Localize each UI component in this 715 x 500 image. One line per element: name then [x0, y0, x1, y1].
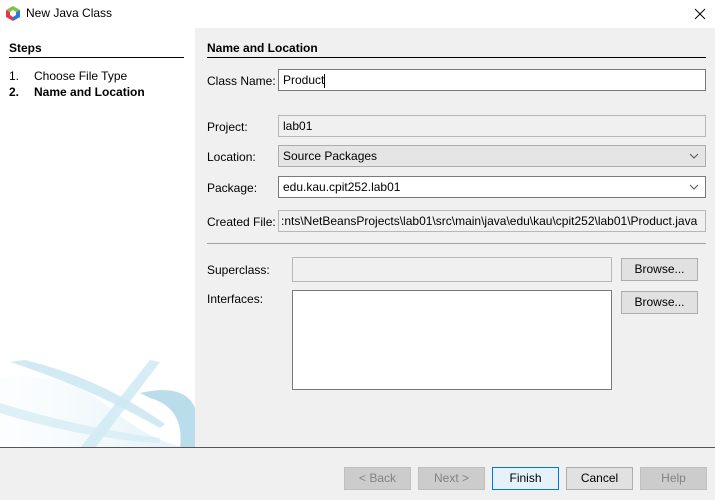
step-number: 1. — [9, 69, 20, 83]
superclass-browse-button[interactable]: Browse... — [621, 258, 698, 281]
chevron-down-icon[interactable] — [689, 182, 699, 192]
section-heading: Name and Location — [207, 41, 706, 58]
step-choose-file-type: 1. Choose File Type — [9, 69, 127, 83]
interfaces-label: Interfaces: — [207, 292, 264, 306]
step-label: Name and Location — [34, 85, 145, 99]
interfaces-browse-button[interactable]: Browse... — [621, 291, 698, 314]
project-field: lab01 — [278, 115, 706, 137]
location-label: Location: — [207, 150, 256, 164]
step-name-and-location: 2. Name and Location — [9, 85, 145, 99]
created-file-label: Created File: — [207, 215, 276, 229]
project-value: lab01 — [283, 119, 313, 133]
step-label: Choose File Type — [34, 69, 128, 83]
class-name-label: Class Name: — [207, 74, 276, 88]
back-button[interactable]: < Back — [344, 467, 411, 490]
interfaces-list[interactable] — [292, 290, 612, 390]
text-cursor — [324, 73, 326, 88]
help-button[interactable]: Help — [640, 467, 707, 490]
package-combobox[interactable]: edu.kau.cpit252.lab01 — [278, 176, 706, 198]
project-label: Project: — [207, 120, 248, 134]
chevron-down-icon — [689, 153, 699, 159]
decorative-swoosh-image — [0, 360, 195, 448]
window-title: New Java Class — [26, 6, 113, 20]
finish-button[interactable]: Finish — [492, 467, 559, 490]
class-name-value: Product — [283, 73, 325, 87]
location-dropdown[interactable]: Source Packages — [278, 145, 706, 167]
name-and-location-panel: Name and Location Class Name: Product Pr… — [195, 28, 715, 448]
created-file-field: :nts\NetBeansProjects\lab01\src\main\jav… — [278, 210, 706, 232]
netbeans-cube-icon — [6, 6, 20, 21]
steps-heading: Steps — [9, 41, 184, 58]
location-value: Source Packages — [283, 149, 378, 163]
cancel-button[interactable]: Cancel — [566, 467, 633, 490]
superclass-label: Superclass: — [207, 263, 270, 277]
class-name-input[interactable]: Product — [278, 69, 706, 91]
title-bar: New Java Class — [0, 0, 715, 28]
package-value: edu.kau.cpit252.lab01 — [283, 180, 401, 194]
steps-panel: Steps 1. Choose File Type 2. Name and Loca… — [0, 28, 195, 448]
separator — [207, 243, 706, 244]
package-label: Package: — [207, 181, 258, 195]
created-file-value: :nts\NetBeansProjects\lab01\src\main\jav… — [281, 214, 698, 228]
superclass-input[interactable] — [292, 257, 612, 282]
footer-divider — [0, 447, 715, 448]
close-icon[interactable] — [690, 4, 710, 24]
next-button[interactable]: Next > — [418, 467, 485, 490]
step-number: 2. — [9, 85, 20, 99]
